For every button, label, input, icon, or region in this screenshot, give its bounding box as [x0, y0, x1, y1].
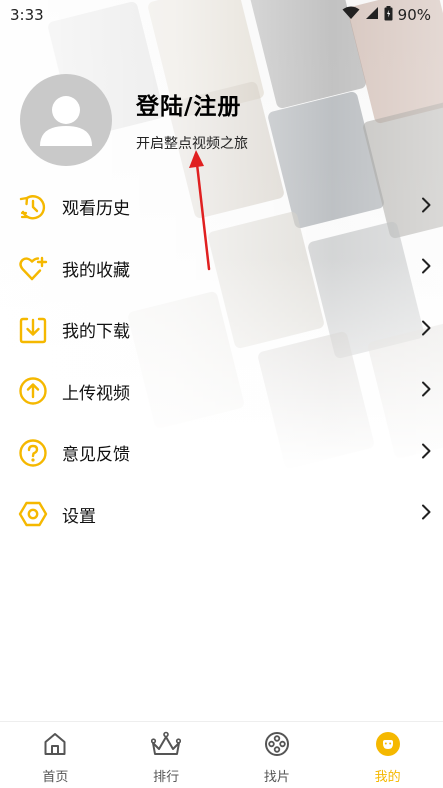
annotation-arrow: [189, 150, 211, 271]
wifi-icon: [342, 6, 360, 24]
menu-label-favorites: 我的收藏: [62, 260, 130, 281]
tab-home[interactable]: 首页: [0, 722, 111, 788]
status-time: 3:33: [10, 6, 44, 24]
home-icon: [42, 731, 68, 761]
menu-label-history: 观看历史: [62, 199, 130, 220]
tab-mine[interactable]: 我的: [332, 722, 443, 788]
chevron-right-icon: [421, 381, 431, 401]
chevron-right-icon: [421, 504, 431, 524]
battery-icon: [384, 5, 393, 25]
chevron-right-icon: [421, 443, 431, 463]
history-icon: [18, 192, 48, 222]
menu-label-downloads: 我的下载: [62, 322, 130, 343]
menu-item-settings[interactable]: 设置: [0, 484, 443, 546]
bottom-tab-bar: 首页 排行 找片 我的: [0, 721, 443, 788]
chevron-right-icon: [421, 258, 431, 278]
battery-level: 90%: [397, 6, 431, 24]
tab-label-mine: 我的: [374, 770, 401, 785]
menu-label-upload: 上传视频: [62, 383, 130, 404]
upload-icon: [18, 376, 48, 406]
avatar[interactable]: [20, 74, 112, 166]
default-avatar-icon: [40, 96, 92, 146]
signal-icon: [365, 6, 379, 24]
login-register-title[interactable]: 登陆/注册: [136, 87, 248, 121]
tab-label-ranking: 排行: [153, 770, 180, 785]
menu-item-history[interactable]: 观看历史: [0, 176, 443, 238]
film-reel-icon: [264, 731, 290, 761]
menu-item-upload[interactable]: 上传视频: [0, 361, 443, 423]
menu-item-favorites[interactable]: 我的收藏: [0, 238, 443, 300]
menu-item-downloads[interactable]: 我的下载: [0, 299, 443, 361]
settings-icon: [18, 499, 48, 529]
menu-label-settings: 设置: [62, 506, 96, 527]
chevron-right-icon: [421, 197, 431, 217]
download-icon: [18, 315, 48, 345]
tab-label-find-film: 找片: [263, 770, 290, 785]
tab-ranking[interactable]: 排行: [111, 722, 222, 788]
chevron-right-icon: [421, 320, 431, 340]
menu-label-feedback: 意见反馈: [62, 445, 130, 466]
status-bar: 3:33 90%: [0, 0, 443, 30]
profile-icon: [375, 731, 401, 761]
crown-icon: [151, 731, 182, 761]
menu-list: 观看历史 我的收藏 我的下载 上传视频 意见反馈 设置: [0, 176, 443, 545]
profile-text[interactable]: 登陆/注册 开启整点视频之旅: [136, 87, 248, 153]
tab-find-film[interactable]: 找片: [222, 722, 333, 788]
status-indicators: 90%: [342, 5, 431, 25]
menu-item-feedback[interactable]: 意见反馈: [0, 422, 443, 484]
question-icon: [18, 438, 48, 468]
tab-label-home: 首页: [42, 770, 69, 785]
heart-plus-icon: [18, 253, 48, 283]
